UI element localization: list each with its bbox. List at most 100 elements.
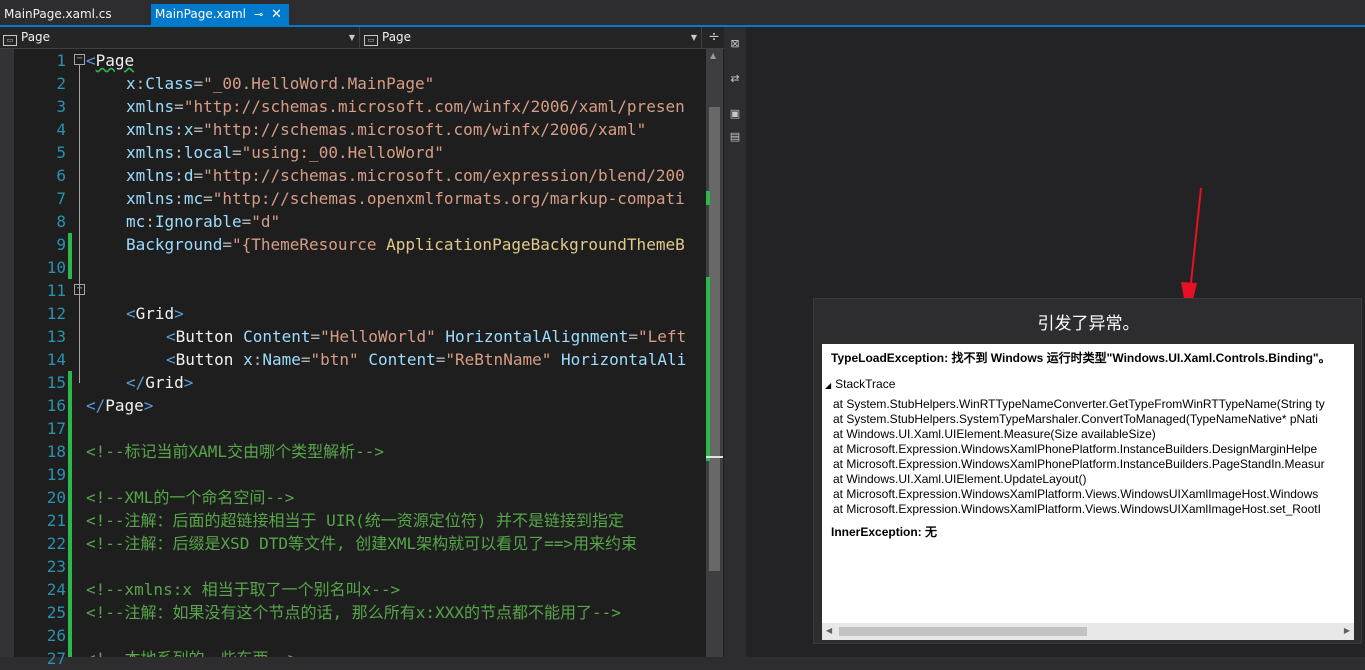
exception-title: 引发了异常。	[1037, 314, 1140, 334]
line-number: 25	[46, 603, 66, 622]
line-number: 27	[46, 649, 66, 668]
line-number: 24	[46, 580, 66, 599]
code-line: xmlns:x="http://schemas.microsoft.com/wi…	[126, 120, 647, 139]
change-bar	[68, 371, 72, 657]
chevron-down-icon: ▼	[690, 33, 697, 42]
chevron-down-icon: ▼	[348, 33, 355, 42]
scrollbar-thumb[interactable]	[839, 627, 1087, 636]
code-line: xmlns:d="http://schemas.microsoft.com/ex…	[126, 166, 685, 185]
code-line: <Grid>	[126, 304, 184, 323]
code-comment: <!--注解：后缀是XSD DTD等文件, 创建XML架构就可以看见了==>用来…	[86, 534, 638, 553]
tab-mainpage-xaml-cs[interactable]: MainPage.xaml.cs	[0, 4, 150, 25]
line-number: 7	[56, 189, 66, 208]
member-dropdown-value: Page	[382, 30, 412, 44]
line-number-gutter: 1 2 3 4 5 6 7 8 9 10 11 12 13 14 15 16 1…	[14, 49, 66, 668]
line-number: 18	[46, 442, 66, 461]
line-number: 11	[46, 281, 66, 300]
line-number: 10	[46, 258, 66, 277]
line-number: 9	[56, 235, 66, 254]
tab-mainpage-xaml[interactable]: MainPage.xaml ⊸ ✕	[151, 4, 289, 25]
member-dropdown[interactable]: ▭ Page ▼	[361, 27, 702, 48]
line-number: 22	[46, 534, 66, 553]
close-icon[interactable]: ✕	[271, 4, 282, 25]
stack-frame: at Microsoft.Expression.WindowsXamlPlatf…	[833, 487, 1319, 501]
code-area[interactable]: <Page x:Class="_00.HelloWord.MainPage" x…	[86, 49, 706, 657]
document-tab-bar: MainPage.xaml.cs MainPage.xaml ⊸ ✕	[0, 0, 1365, 27]
element-icon: ▭	[364, 35, 378, 46]
scroll-up-icon[interactable]: ▲	[710, 51, 716, 60]
element-icon: ▭	[3, 35, 17, 46]
expand-triangle-icon: ◢	[825, 381, 832, 390]
designer-side-toolbar: ⊠ ⇄ ▣ ▤	[724, 27, 746, 657]
code-line: </Page>	[86, 396, 154, 415]
exception-details: TypeLoadException: 找不到 Windows 运行时类型"Win…	[822, 344, 1354, 640]
exception-message: TypeLoadException: 找不到 Windows 运行时类型"Win…	[831, 351, 1331, 365]
vertical-split-icon[interactable]: ▤	[728, 130, 742, 144]
code-line: <Page	[86, 51, 135, 70]
type-dropdown[interactable]: ▭ Page ▼	[0, 27, 360, 48]
line-number: 14	[46, 350, 66, 369]
selection-margin	[0, 49, 14, 657]
line-number: 26	[46, 626, 66, 645]
stack-frame: at System.StubHelpers.WinRTTypeNameConve…	[833, 397, 1325, 411]
tab-label: MainPage.xaml	[155, 7, 246, 21]
code-line: xmlns="http://schemas.microsoft.com/winf…	[126, 97, 685, 116]
scroll-left-icon[interactable]: ◀	[826, 626, 832, 635]
scrollbar-thumb[interactable]	[709, 107, 720, 571]
vertical-scrollbar[interactable]: ▲	[706, 49, 723, 657]
stacktrace-label: StackTrace	[835, 377, 896, 391]
code-line: Background="{ThemeResource ApplicationPa…	[126, 235, 685, 254]
code-comment: <!--注解：如果没有这个节点的话, 那么所有x:XXX的节点都不能用了-->	[86, 603, 621, 622]
line-number: 8	[56, 212, 66, 231]
code-line: xmlns:local="using:_00.HelloWord"	[126, 143, 444, 162]
line-number: 15	[46, 373, 66, 392]
line-number: 12	[46, 304, 66, 323]
exception-panel: 引发了异常。 TypeLoadException: 找不到 Windows 运行…	[813, 298, 1362, 644]
code-line: xmlns:mc="http://schemas.openxmlformats.…	[126, 189, 685, 208]
navigation-bar: ▭ Page ▼ ▭ Page ▼ ÷	[0, 27, 724, 49]
xaml-editor: ▭ Page ▼ ▭ Page ▼ ÷ 1 2 3 4 5 6 7 8 9 10 1…	[0, 27, 724, 668]
code-comment: <!--本地系列的一些东西-->	[86, 647, 297, 657]
collapse-pane-icon[interactable]: ⊠	[728, 37, 742, 51]
line-number: 20	[46, 488, 66, 507]
code-comment: <!--标记当前XAML交由哪个类型解析-->	[86, 442, 384, 461]
stack-frame: at Windows.UI.Xaml.UIElement.Measure(Siz…	[833, 427, 1156, 441]
outline-guide	[79, 65, 80, 383]
stack-frame: at Microsoft.Expression.WindowsXamlPlatf…	[833, 502, 1321, 516]
caret-position-marker	[706, 456, 723, 458]
stack-frame: at System.StubHelpers.SystemTypeMarshale…	[833, 412, 1318, 426]
collapse-icon[interactable]: −	[74, 54, 85, 65]
change-marker	[706, 191, 710, 205]
stacktrace-toggle[interactable]: ◢ StackTrace	[825, 377, 895, 391]
code-line: x:Class="_00.HelloWord.MainPage"	[126, 74, 435, 93]
split-view-icon[interactable]: ÷	[704, 27, 724, 48]
code-comment: <!--XML的一个命名空间-->	[86, 488, 295, 507]
code-line: </Grid>	[126, 373, 194, 392]
line-number: 16	[46, 396, 66, 415]
line-number: 3	[56, 97, 66, 116]
line-number: 5	[56, 143, 66, 162]
stack-frame: at Windows.UI.Xaml.UIElement.UpdateLayou…	[833, 472, 1087, 486]
code-comment: <!--注解：后面的超链接相当于 UIR(统一资源定位符) 并不是链接到指定	[86, 511, 624, 530]
code-comment: <!--xmlns:x 相当于取了一个别名叫x-->	[86, 580, 401, 599]
line-number: 21	[46, 511, 66, 530]
stack-frame: at Microsoft.Expression.WindowsXamlPhone…	[833, 457, 1325, 471]
scroll-right-icon[interactable]: ▶	[1344, 626, 1350, 635]
change-marker	[706, 277, 710, 461]
change-bar	[68, 233, 72, 279]
line-number: 6	[56, 166, 66, 185]
horizontal-scrollbar[interactable]: ◀ ▶	[822, 623, 1354, 640]
code-line: <Button Content="HelloWorld" HorizontalA…	[166, 327, 687, 346]
inner-exception: InnerException: 无	[831, 525, 938, 539]
line-number: 1	[56, 51, 66, 70]
line-number: 23	[46, 557, 66, 576]
pin-icon[interactable]: ⊸	[254, 4, 263, 25]
collapse-icon[interactable]: −	[74, 284, 85, 295]
line-number: 19	[46, 465, 66, 484]
line-number: 2	[56, 74, 66, 93]
code-line: mc:Ignorable="d"	[126, 212, 281, 231]
horizontal-split-icon[interactable]: ▣	[728, 107, 742, 121]
swap-panes-icon[interactable]: ⇄	[728, 72, 742, 86]
code-line: <Button x:Name="btn" Content="ReBtnName"…	[166, 350, 687, 369]
stack-frame: at Microsoft.Expression.WindowsXamlPhone…	[833, 442, 1318, 456]
